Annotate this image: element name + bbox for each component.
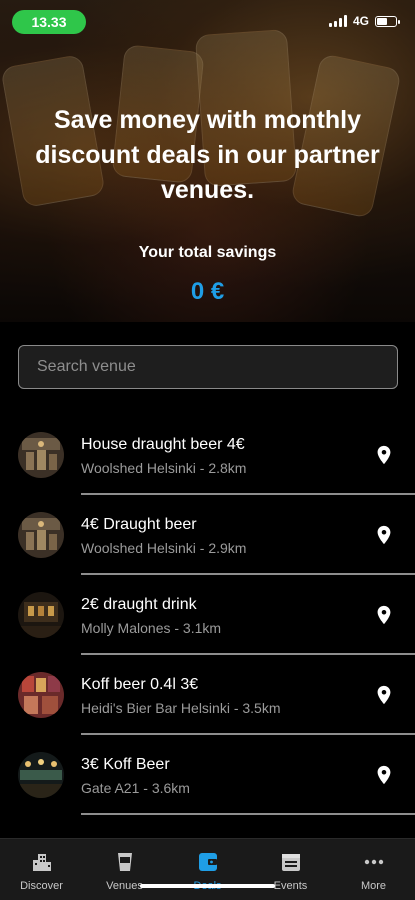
map-pin-icon[interactable] — [373, 683, 395, 707]
deal-title: House draught beer 4€ — [81, 436, 245, 453]
list-item[interactable]: 2€ draught drink Molly Malones - 3.1km — [0, 575, 415, 655]
tab-label: Venues — [106, 880, 143, 892]
map-pin-icon[interactable] — [373, 443, 395, 467]
city-icon — [32, 854, 51, 871]
deal-title: 2€ draught drink — [81, 596, 197, 613]
hero-title: Save money with monthly discount deals i… — [35, 106, 380, 204]
calendar-icon — [281, 854, 300, 871]
deals-screen: Save money with monthly discount deals i… — [0, 0, 415, 900]
map-pin-icon[interactable] — [373, 523, 395, 547]
deal-venue: Heidi's Bier Bar Helsinki - 3.5km — [81, 700, 281, 716]
wallet-icon — [198, 853, 217, 871]
tab-label: Discover — [20, 880, 63, 892]
deal-title: 4€ Draught beer — [81, 516, 197, 533]
list-item[interactable]: House draught beer 4€ Woolshed Helsinki … — [0, 415, 415, 495]
hero-banner: Save money with monthly discount deals i… — [0, 0, 415, 322]
list-item[interactable]: 3€ Koff Beer Gate A21 - 3.6km — [0, 735, 415, 815]
tab-deals[interactable]: Deals — [166, 839, 249, 900]
savings-value: 0 € — [190, 278, 225, 305]
deal-venue: Molly Malones - 3.1km — [81, 620, 222, 636]
list-item[interactable]: 4€ Draught beer Woolshed Helsinki - 2.9k… — [0, 495, 415, 575]
deal-title: Koff beer 0.4l 3€ — [81, 676, 199, 693]
deal-list: House draught beer 4€ Woolshed Helsinki … — [0, 415, 415, 815]
tab-events[interactable]: Events — [249, 839, 332, 900]
list-item[interactable]: Koff beer 0.4l 3€ Heidi's Bier Bar Helsi… — [0, 655, 415, 735]
tab-discover[interactable]: Discover — [0, 839, 83, 900]
deal-venue: Woolshed Helsinki - 2.9km — [81, 540, 247, 556]
venue-avatar-icon — [18, 512, 64, 558]
status-indicators: 4G — [328, 14, 400, 28]
tab-venues[interactable]: Venues — [83, 839, 166, 900]
status-time: 13.33 — [12, 10, 86, 34]
tab-bar: Discover Venues Deals Events — [0, 838, 415, 900]
map-pin-icon[interactable] — [373, 763, 395, 787]
search-box — [18, 345, 398, 389]
venue-avatar-icon — [18, 432, 64, 478]
network-type: 4G — [352, 14, 369, 28]
map-pin-icon[interactable] — [373, 603, 395, 627]
deal-venue: Woolshed Helsinki - 2.8km — [81, 460, 247, 476]
status-bar: 13.33 4G — [0, 0, 415, 42]
tab-label: More — [360, 880, 387, 892]
home-indicator — [140, 884, 275, 888]
signal-icon — [328, 15, 347, 27]
tab-more[interactable]: More — [332, 839, 415, 900]
savings-label: Your total savings — [138, 244, 277, 261]
venue-avatar-icon — [18, 752, 64, 798]
venue-avatar-icon — [18, 592, 64, 638]
search-input[interactable] — [19, 346, 397, 388]
row-divider — [81, 813, 415, 815]
deal-venue: Gate A21 - 3.6km — [81, 780, 190, 796]
more-dots-icon — [364, 859, 383, 865]
battery-icon — [375, 15, 400, 27]
venue-avatar-icon — [18, 672, 64, 718]
tab-label: Events — [273, 880, 308, 892]
cup-icon — [117, 853, 132, 871]
deal-title: 3€ Koff Beer — [81, 756, 170, 773]
